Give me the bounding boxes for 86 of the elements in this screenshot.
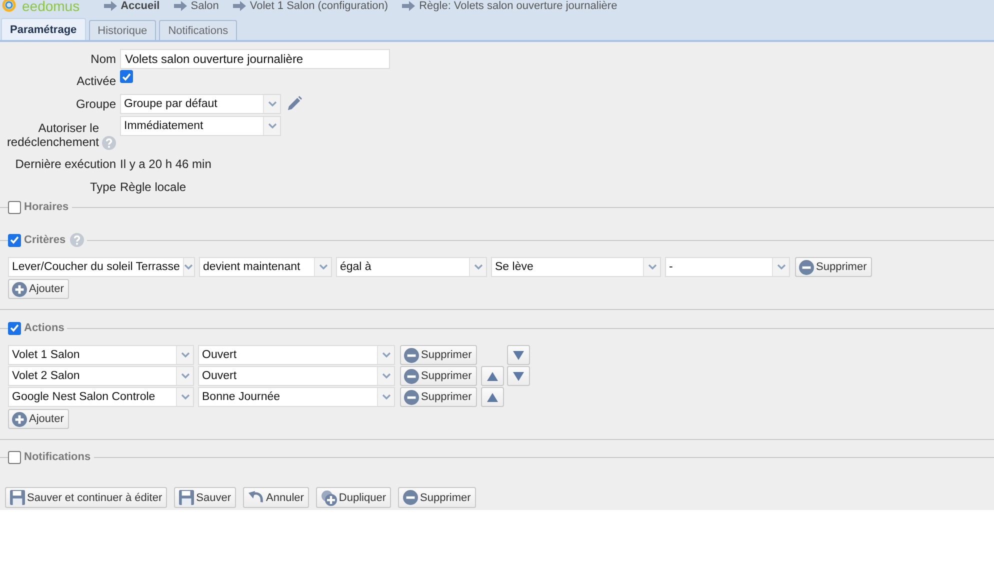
breadcrumb-link[interactable]: Salon <box>190 0 219 12</box>
minus-circle-icon <box>404 368 419 384</box>
dropdown[interactable]: Groupe par défaut <box>120 94 281 114</box>
dropdown[interactable]: Lever/Coucher du soleil Terrasse <box>8 257 195 277</box>
checkbox[interactable] <box>8 322 21 334</box>
dropdown[interactable]: - <box>665 257 790 277</box>
up-triangle-icon <box>486 372 498 380</box>
dropdown[interactable]: Se lève <box>491 257 661 277</box>
field-label: Activée <box>76 74 116 88</box>
plus-circle-icon <box>12 412 27 426</box>
logo-icon <box>2 0 16 12</box>
field-value: Règle locale <box>120 180 186 194</box>
dropdown[interactable]: Immédiatement <box>120 116 281 136</box>
field-label: Groupe <box>74 96 116 110</box>
minus-circle-icon <box>799 260 814 274</box>
delete-button[interactable]: Supprimer <box>795 257 872 277</box>
caret-icon <box>382 373 390 379</box>
dropdown[interactable]: Bonne Journée <box>198 387 395 407</box>
checkbox[interactable] <box>8 450 21 464</box>
move-up-button[interactable] <box>480 387 504 407</box>
checkbox[interactable] <box>8 200 21 214</box>
caret-icon <box>648 264 656 270</box>
undo-arrow-icon <box>248 490 264 505</box>
breadcrumb-link[interactable]: Accueil <box>120 0 160 12</box>
right-arrow-icon <box>174 0 187 10</box>
dropdown[interactable]: Ouvert <box>198 345 395 365</box>
delete-button[interactable]: Supprimer <box>400 387 477 407</box>
dropdown[interactable]: égal à <box>336 257 487 277</box>
move-down-button[interactable] <box>506 366 530 386</box>
tab[interactable]: Paramétrage <box>1 18 86 40</box>
plus-circle-icon <box>12 282 27 296</box>
breadcrumb-link[interactable]: Volet 1 Salon (configuration) <box>250 0 388 12</box>
caret-icon <box>382 394 390 400</box>
right-arrow-icon <box>402 0 416 10</box>
add-button[interactable]: Ajouter <box>8 279 69 299</box>
caret-icon <box>180 352 190 358</box>
caret-icon <box>268 123 276 129</box>
dropdown[interactable]: Ouvert <box>198 366 395 386</box>
name-input[interactable]: Volets salon ouverture journalière <box>120 49 390 69</box>
down-triangle-icon <box>512 372 524 380</box>
delete-button[interactable]: Supprimer <box>400 366 477 386</box>
caret-icon <box>184 264 194 270</box>
field-label: Autoriser le redéclenchement <box>6 121 99 149</box>
section-title: Horaires <box>24 201 69 213</box>
duplicate-button[interactable]: Dupliquer <box>316 487 392 508</box>
pencil-icon[interactable] <box>287 96 302 111</box>
move-down-button[interactable] <box>506 345 530 365</box>
breadcrumb-link[interactable]: Règle: Volets salon ouverture journalière <box>419 0 618 12</box>
delete-button[interactable]: Supprimer <box>400 345 477 365</box>
checkbox[interactable] <box>8 234 21 246</box>
section-title: Notifications <box>24 451 91 463</box>
field-label: Type <box>88 180 116 194</box>
caret-icon <box>318 264 328 270</box>
cancel-button[interactable]: Annuler <box>243 487 309 508</box>
minus-circle-icon <box>404 348 419 362</box>
caret-icon <box>776 264 786 270</box>
caret-icon <box>180 373 190 379</box>
minus-circle-icon <box>403 490 418 505</box>
right-arrow-icon <box>104 0 117 10</box>
field-label: Nom <box>90 52 116 66</box>
dropdown[interactable]: Volet 2 Salon <box>8 366 194 386</box>
save-button[interactable]: Sauver et continuer à éditer <box>5 487 168 508</box>
logo-text: eedomus <box>22 0 80 12</box>
up-triangle-icon <box>486 392 498 402</box>
tab[interactable]: Historique <box>88 20 156 40</box>
caret-icon <box>382 352 390 358</box>
section-title: Critères <box>24 234 66 246</box>
field-value: Il y a 20 h 46 min <box>120 157 212 171</box>
tab[interactable]: Notifications <box>159 20 238 40</box>
checkbox[interactable] <box>120 70 133 83</box>
field-label: Dernière exécution <box>14 157 116 171</box>
minus-circle-icon <box>404 390 419 404</box>
down-triangle-icon <box>512 350 524 360</box>
dropdown[interactable]: devient maintenant <box>199 257 332 277</box>
delete-button[interactable]: Supprimer <box>398 487 476 508</box>
caret-icon <box>268 100 276 106</box>
right-arrow-icon <box>232 0 246 10</box>
section-title: Actions <box>24 322 64 334</box>
move-up-button[interactable] <box>480 366 504 386</box>
dropdown[interactable]: Volet 1 Salon <box>8 345 194 365</box>
add-button[interactable]: Ajouter <box>8 409 69 429</box>
save-button[interactable]: Sauver <box>174 487 236 508</box>
caret-icon <box>180 394 190 400</box>
dropdown[interactable]: Google Nest Salon Controle <box>8 387 194 407</box>
caret-icon <box>474 264 482 270</box>
duplicate-icon <box>320 490 337 506</box>
